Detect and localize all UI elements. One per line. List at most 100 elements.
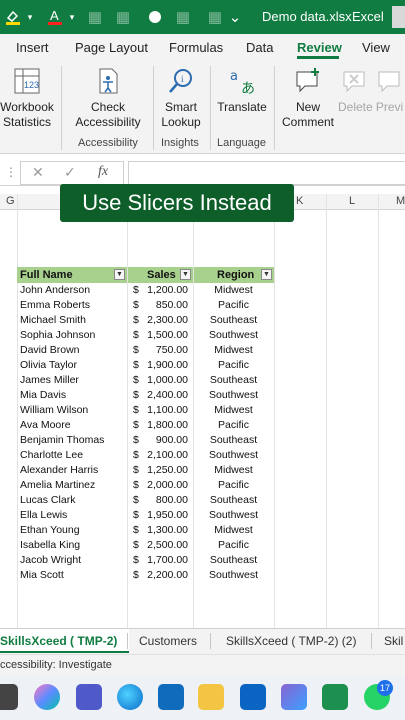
currency-cell[interactable]: $ — [133, 344, 139, 356]
name-cell[interactable]: Sophia Johnson — [20, 329, 95, 341]
table-row[interactable]: William Wilson $1,100.00 Midwest — [17, 403, 274, 418]
sales-cell[interactable]: 2,500.00 — [147, 539, 188, 551]
table-row[interactable]: Charlotte Lee $2,100.00 Southwest — [17, 448, 274, 463]
tab-page-layout[interactable]: Page Layout — [75, 40, 148, 55]
start-icon[interactable] — [0, 684, 18, 710]
column-header-m[interactable]: M — [396, 195, 405, 207]
accessibility-status[interactable]: ccessibility: Investigate — [0, 659, 112, 671]
sales-cell[interactable]: 800.00 — [156, 494, 188, 506]
tab-review[interactable]: Review — [297, 40, 342, 55]
workbook-statistics-button[interactable]: 123 Workbook Statistics — [0, 66, 54, 130]
table-row[interactable]: Benjamin Thomas $900.00 Southeast — [17, 433, 274, 448]
table-row[interactable]: Mia Scott $2,200.00 Southwest — [17, 568, 274, 583]
name-cell[interactable]: William Wilson — [20, 404, 88, 416]
region-cell[interactable]: Midwest — [193, 524, 274, 536]
table-row[interactable]: James Miller $1,000.00 Southeast — [17, 373, 274, 388]
name-cell[interactable]: Olivia Taylor — [20, 359, 77, 371]
check-accessibility-button[interactable]: Check Accessibility — [68, 66, 148, 130]
region-cell[interactable]: Southwest — [193, 329, 274, 341]
sales-cell[interactable]: 1,250.00 — [147, 464, 188, 476]
sales-cell[interactable]: 1,300.00 — [147, 524, 188, 536]
sales-cell[interactable]: 2,300.00 — [147, 314, 188, 326]
enter-icon[interactable]: ✓ — [64, 164, 76, 181]
table-row[interactable]: Sophia Johnson $1,500.00 Southwest — [17, 328, 274, 343]
currency-cell[interactable]: $ — [133, 314, 139, 326]
record-icon[interactable] — [146, 6, 164, 28]
name-cell[interactable]: Ethan Young — [20, 524, 80, 536]
region-cell[interactable]: Southwest — [193, 389, 274, 401]
region-cell[interactable]: Southwest — [193, 569, 274, 581]
name-cell[interactable]: Benjamin Thomas — [20, 434, 104, 446]
region-cell[interactable]: Midwest — [193, 404, 274, 416]
name-cell[interactable]: Alexander Harris — [20, 464, 98, 476]
currency-cell[interactable]: $ — [133, 359, 139, 371]
currency-cell[interactable]: $ — [133, 494, 139, 506]
region-cell[interactable]: Pacific — [193, 359, 274, 371]
name-cell[interactable]: Ava Moore — [20, 419, 71, 431]
sales-cell[interactable]: 2,000.00 — [147, 479, 188, 491]
column-header-g[interactable]: G — [6, 195, 15, 207]
teams-icon[interactable] — [76, 684, 102, 710]
currency-cell[interactable]: $ — [133, 299, 139, 311]
chevron-down-icon[interactable]: ▾ — [66, 6, 78, 28]
cancel-icon[interactable]: ✕ — [32, 164, 44, 181]
region-cell[interactable]: Midwest — [193, 344, 274, 356]
region-cell[interactable]: Southeast — [193, 494, 274, 506]
currency-cell[interactable]: $ — [133, 434, 139, 446]
sheet-icon[interactable]: ▦ — [206, 6, 224, 28]
sheet-icon[interactable]: ▦ — [86, 6, 104, 28]
sheet-tab-partial[interactable]: Skil — [384, 634, 403, 648]
region-cell[interactable]: Southeast — [193, 554, 274, 566]
name-cell[interactable]: David Brown — [20, 344, 80, 356]
store-icon[interactable] — [158, 684, 184, 710]
copilot-app-icon[interactable] — [281, 684, 307, 710]
sales-cell[interactable]: 2,200.00 — [147, 569, 188, 581]
name-cell[interactable]: James Miller — [20, 374, 79, 386]
region-cell[interactable]: Midwest — [193, 464, 274, 476]
region-cell[interactable]: Pacific — [193, 419, 274, 431]
currency-cell[interactable]: $ — [133, 329, 139, 341]
table-row[interactable]: Ethan Young $1,300.00 Midwest — [17, 523, 274, 538]
sales-cell[interactable]: 1,000.00 — [147, 374, 188, 386]
table-row[interactable]: Lucas Clark $800.00 Southeast — [17, 493, 274, 508]
name-cell[interactable]: Lucas Clark — [20, 494, 75, 506]
sheet-tab-customers[interactable]: Customers — [139, 634, 197, 648]
name-cell[interactable]: Mia Scott — [20, 569, 64, 581]
region-cell[interactable]: Southeast — [193, 314, 274, 326]
currency-cell[interactable]: $ — [133, 389, 139, 401]
sales-cell[interactable]: 1,200.00 — [147, 284, 188, 296]
sales-cell[interactable]: 1,800.00 — [147, 419, 188, 431]
filter-dropdown-icon[interactable]: ▼ — [180, 269, 191, 280]
region-cell[interactable]: Southwest — [193, 449, 274, 461]
insert-function-icon[interactable]: fx — [98, 164, 108, 180]
tab-formulas[interactable]: Formulas — [169, 40, 223, 55]
name-cell[interactable]: Amelia Martinez — [20, 479, 95, 491]
delete-comment-button[interactable]: Delete — [338, 66, 373, 115]
region-cell[interactable]: Southwest — [193, 509, 274, 521]
smart-lookup-button[interactable]: i Smart Lookup — [158, 66, 204, 130]
sales-cell[interactable]: 850.00 — [156, 299, 188, 311]
currency-cell[interactable]: $ — [133, 539, 139, 551]
previous-comment-button[interactable]: Previ — [374, 66, 405, 115]
table-row[interactable]: Alexander Harris $1,250.00 Midwest — [17, 463, 274, 478]
currency-cell[interactable]: $ — [133, 464, 139, 476]
sales-cell[interactable]: 2,100.00 — [147, 449, 188, 461]
region-cell[interactable]: Pacific — [193, 299, 274, 311]
file-explorer-icon[interactable] — [198, 684, 224, 710]
region-cell[interactable]: Pacific — [193, 539, 274, 551]
name-cell[interactable]: John Anderson — [20, 284, 90, 296]
currency-cell[interactable]: $ — [133, 374, 139, 386]
tab-view[interactable]: View — [362, 40, 390, 55]
sheet-tab-skillsxceed-2[interactable]: SkillsXceed ( TMP-2) (2) — [226, 634, 356, 648]
currency-cell[interactable]: $ — [133, 524, 139, 536]
table-row[interactable]: Ella Lewis $1,950.00 Southwest — [17, 508, 274, 523]
filter-dropdown-icon[interactable]: ▼ — [261, 269, 272, 280]
name-cell[interactable]: Jacob Wright — [20, 554, 81, 566]
formula-input[interactable] — [128, 161, 405, 185]
name-cell[interactable]: Isabella King — [20, 539, 80, 551]
currency-cell[interactable]: $ — [133, 554, 139, 566]
table-row[interactable]: Mia Davis $2,400.00 Southwest — [17, 388, 274, 403]
tab-insert[interactable]: Insert — [16, 40, 49, 55]
sheet-tab-skillsxceed[interactable]: SkillsXceed ( TMP-2) — [0, 629, 130, 653]
currency-cell[interactable]: $ — [133, 569, 139, 581]
